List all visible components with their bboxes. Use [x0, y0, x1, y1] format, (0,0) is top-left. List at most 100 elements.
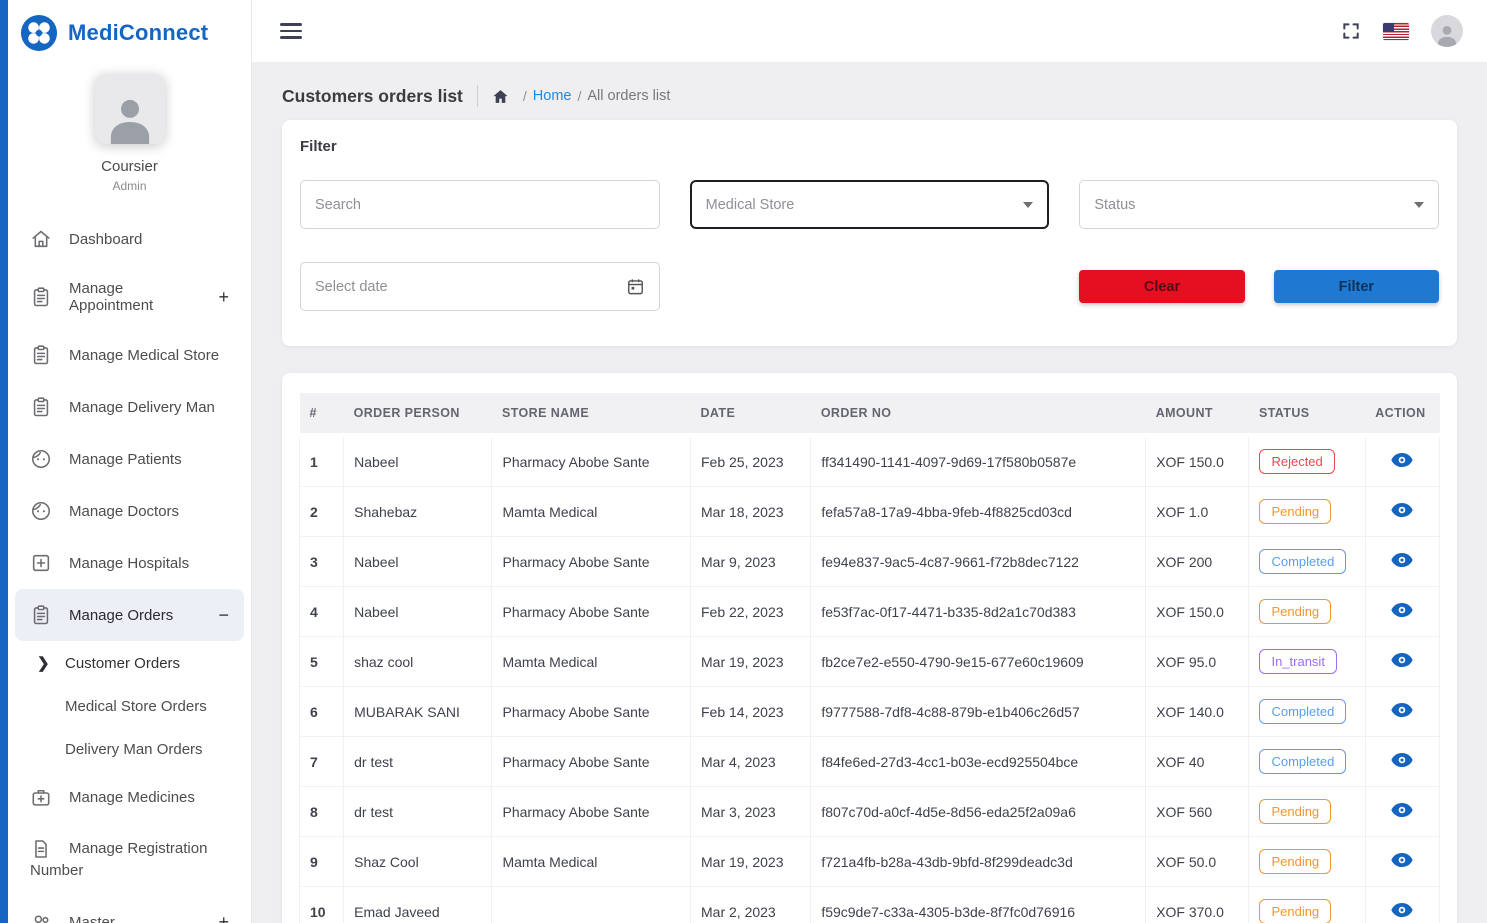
document-icon	[30, 838, 52, 860]
sidebar-item-manage-appointment[interactable]: Manage Appointment +	[8, 265, 251, 329]
main-content: Customers orders list / Home / All order…	[252, 62, 1487, 923]
amount-cell: XOF 1.0	[1146, 487, 1249, 537]
status-select[interactable]: Status	[1079, 180, 1439, 229]
eye-icon[interactable]	[1391, 702, 1413, 718]
eye-icon[interactable]	[1391, 802, 1413, 818]
status-badge: Rejected	[1259, 449, 1334, 474]
filter-title: Filter	[300, 138, 1439, 155]
action-cell	[1365, 587, 1439, 637]
sidebar-item-label: Manage Appointment	[69, 280, 201, 314]
sidebar-item-manage-orders[interactable]: Manage Orders −	[15, 589, 244, 641]
status-cell: Pending	[1249, 887, 1365, 923]
amount-cell: XOF 140.0	[1146, 687, 1249, 737]
home-icon[interactable]	[492, 88, 509, 105]
sidebar-item-delivery-man-orders[interactable]: Delivery Man Orders	[8, 728, 251, 771]
date-picker-input[interactable]: Select date	[300, 262, 660, 311]
profile-role: Admin	[8, 179, 251, 193]
amount-cell: XOF 370.0	[1146, 887, 1249, 923]
medicine-icon	[30, 786, 52, 808]
sidebar-item-customer-orders[interactable]: ❯Customer Orders	[8, 641, 251, 685]
us-flag-icon[interactable]	[1383, 23, 1409, 40]
page-header: Customers orders list / Home / All order…	[282, 85, 1457, 107]
eye-icon[interactable]	[1391, 552, 1413, 568]
sidebar-item-dashboard[interactable]: Dashboard	[8, 213, 251, 265]
sidebar-item-master[interactable]: Master+	[8, 896, 251, 923]
status-badge: Pending	[1259, 849, 1331, 874]
store-name-cell: Pharmacy Abobe Sante	[492, 737, 691, 787]
status-badge: In_transit	[1259, 649, 1336, 674]
status-cell: Pending	[1249, 787, 1365, 837]
order-person-cell: Nabeel	[344, 587, 492, 637]
expand-icon[interactable]: +	[218, 288, 229, 306]
order-no-cell: f84fe6ed-27d3-4cc1-b03e-ecd925504bce	[811, 737, 1146, 787]
order-no-cell: f807c70d-a0cf-4d5e-8d56-eda25f2a09a6	[811, 787, 1146, 837]
action-cell	[1365, 487, 1439, 537]
filter-button[interactable]: Filter	[1274, 270, 1439, 303]
eye-icon[interactable]	[1391, 452, 1413, 468]
eye-icon[interactable]	[1391, 502, 1413, 518]
eye-icon[interactable]	[1391, 752, 1413, 768]
sidebar-item-medical-store-orders[interactable]: Medical Store Orders	[8, 685, 251, 728]
calendar-icon[interactable]	[626, 277, 645, 296]
collapse-icon[interactable]: −	[218, 606, 229, 624]
expand-icon[interactable]: +	[218, 913, 229, 923]
eye-icon[interactable]	[1391, 602, 1413, 618]
status-badge: Pending	[1259, 899, 1331, 923]
store-name-cell: Mamta Medical	[492, 487, 691, 537]
sidebar-item-label: Manage Patients	[69, 451, 182, 468]
clipboard-icon	[30, 344, 52, 366]
row-number: 10	[300, 887, 344, 923]
store-name-cell: Mamta Medical	[492, 837, 691, 887]
brand-logo[interactable]: MediConnect	[8, 0, 251, 62]
sidebar-item-label: Manage Hospitals	[69, 555, 189, 572]
clear-button[interactable]: Clear	[1079, 270, 1244, 303]
sidebar-item-label: Manage Medical Store	[69, 347, 219, 364]
eye-icon[interactable]	[1391, 652, 1413, 668]
action-cell	[1365, 787, 1439, 837]
user-avatar-icon[interactable]	[1431, 15, 1463, 47]
sidebar-item-manage-doctors[interactable]: Manage Doctors	[8, 485, 251, 537]
topbar	[252, 0, 1487, 62]
brand-name: MediConnect	[68, 20, 208, 46]
order-no-cell: f59c9de7-c33a-4305-b3de-8f7fc0d76916	[811, 887, 1146, 923]
orders-table-panel: #ORDER PERSONSTORE NAMEDATEORDER NOAMOUN…	[282, 373, 1457, 923]
date-cell: Feb 22, 2023	[691, 587, 811, 637]
amount-cell: XOF 40	[1146, 737, 1249, 787]
eye-icon[interactable]	[1391, 852, 1413, 868]
hamburger-icon[interactable]	[280, 23, 302, 39]
brand-strip	[0, 0, 8, 923]
sidebar-item-manage-medical-store[interactable]: Manage Medical Store	[8, 329, 251, 381]
status-badge: Pending	[1259, 499, 1331, 524]
table-row: 8dr testPharmacy Abobe SanteMar 3, 2023f…	[300, 787, 1440, 837]
profile-avatar[interactable]	[95, 74, 165, 144]
search-input[interactable]: Search	[300, 180, 660, 229]
sidebar-nav: Dashboard Manage Appointment + Manage Medic…	[8, 213, 251, 923]
breadcrumb-home-link[interactable]: Home	[533, 88, 572, 104]
status-badge: Completed	[1259, 549, 1346, 574]
clipboard-icon	[30, 604, 52, 626]
sidebar-item-manage-hospitals[interactable]: Manage Hospitals	[8, 537, 251, 589]
store-name-cell: Pharmacy Abobe Sante	[492, 687, 691, 737]
date-cell: Mar 9, 2023	[691, 537, 811, 587]
sidebar-item-manage-medicines[interactable]: Manage Medicines	[8, 771, 251, 823]
fullscreen-icon[interactable]	[1341, 21, 1361, 41]
order-person-cell: MUBARAK SANI	[344, 687, 492, 737]
table-row: 4NabeelPharmacy Abobe SanteFeb 22, 2023f…	[300, 587, 1440, 637]
sidebar-item-manage-delivery-man[interactable]: Manage Delivery Man	[8, 381, 251, 433]
order-no-cell: fe94e837-9ac5-4c87-9661-f72b8dec7122	[811, 537, 1146, 587]
sidebar-item-manage-patients[interactable]: Manage Patients	[8, 433, 251, 485]
eye-icon[interactable]	[1391, 902, 1413, 918]
store-name-cell: Mamta Medical	[492, 637, 691, 687]
column-header-amount: AMOUNT	[1146, 393, 1249, 435]
sidebar-item-label: Manage Orders	[69, 607, 173, 624]
status-cell: Completed	[1249, 687, 1365, 737]
row-number: 8	[300, 787, 344, 837]
table-row: 7dr testPharmacy Abobe SanteMar 4, 2023f…	[300, 737, 1440, 787]
action-cell	[1365, 887, 1439, 923]
column-header-date: DATE	[691, 393, 811, 435]
status-cell: Pending	[1249, 587, 1365, 637]
sidebar-item-manage-registration-number[interactable]: Manage Registration Number	[8, 823, 251, 896]
date-cell: Feb 25, 2023	[691, 435, 811, 487]
column-header-action: ACTION	[1365, 393, 1439, 435]
medical-store-select[interactable]: Medical Store	[690, 180, 1050, 229]
